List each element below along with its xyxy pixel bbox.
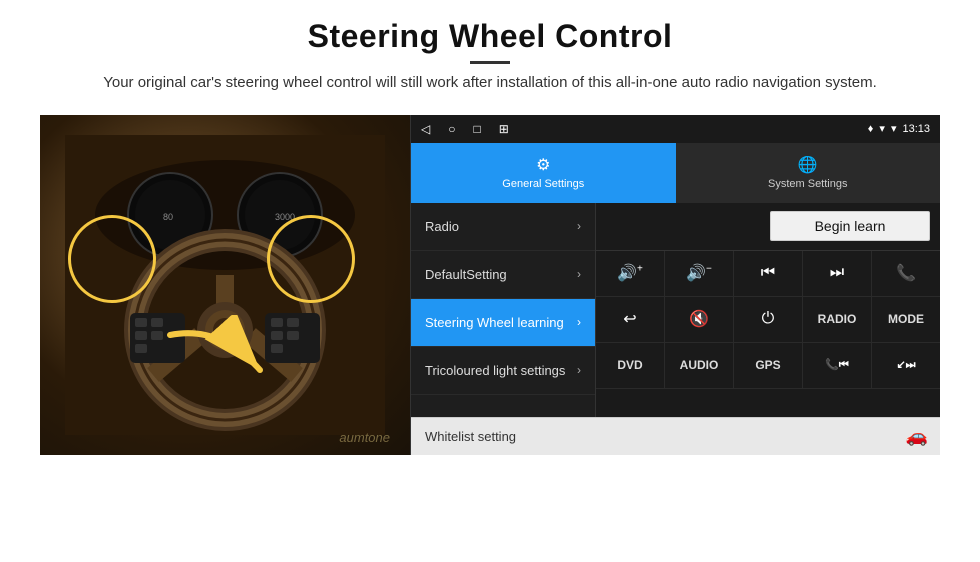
tab-general-label: General Settings	[502, 178, 584, 190]
phone-next-button[interactable]: ↙⏭	[872, 343, 940, 388]
settings-item-steering[interactable]: Steering Wheel learning ›	[411, 299, 595, 347]
chevron-icon: ›	[577, 219, 581, 233]
settings-item-steering-label: Steering Wheel learning	[425, 315, 577, 330]
control-grid: Begin learn 🔊+ 🔊− ⏮	[596, 203, 940, 417]
mute-icon: 🔇	[689, 309, 709, 329]
audio-label: AUDIO	[680, 358, 719, 372]
yellow-circle-right	[267, 215, 355, 303]
chevron-icon: ›	[577, 315, 581, 329]
signal-icon: ▾	[891, 122, 897, 135]
settings-item-radio[interactable]: Radio ›	[411, 203, 595, 251]
radio-label: RADIO	[818, 312, 857, 326]
whitelist-row[interactable]: Whitelist setting › 🚗	[411, 417, 940, 455]
gps-icon: ♦	[868, 123, 874, 135]
clock: 13:13	[902, 123, 930, 135]
chevron-icon: ›	[577, 267, 581, 281]
top-tabs: ⚙ General Settings 🌐 System Settings	[411, 143, 940, 203]
prev-track-button[interactable]: ⏮	[734, 251, 803, 296]
mode-label: MODE	[888, 312, 924, 326]
dvd-button[interactable]: DVD	[596, 343, 665, 388]
general-settings-icon: ⚙	[536, 155, 550, 175]
tab-system-label: System Settings	[768, 178, 847, 190]
audio-button[interactable]: AUDIO	[665, 343, 734, 388]
settings-list: Radio › DefaultSetting › Steering Wheel …	[411, 203, 596, 417]
back-icon[interactable]: ◁	[421, 122, 430, 136]
vol-up-icon: 🔊+	[617, 263, 643, 283]
return-icon: ↩	[623, 309, 636, 329]
mode-button[interactable]: MODE	[872, 297, 940, 342]
arrow-icon	[160, 315, 280, 395]
phone-prev-icon: 📞⏮	[825, 358, 849, 372]
radio-button[interactable]: RADIO	[803, 297, 872, 342]
page-title: Steering Wheel Control	[103, 18, 877, 55]
title-divider	[470, 61, 510, 64]
steering-wheel-panel: 80 3000	[40, 115, 410, 455]
return-button[interactable]: ↩	[596, 297, 665, 342]
vol-down-button[interactable]: 🔊−	[665, 251, 734, 296]
title-section: Steering Wheel Control Your original car…	[103, 18, 877, 95]
chevron-icon: ›	[577, 363, 581, 377]
settings-item-tricoloured[interactable]: Tricoloured light settings ›	[411, 347, 595, 395]
phone-button[interactable]: 📞	[872, 251, 940, 296]
mute-button[interactable]: 🔇	[665, 297, 734, 342]
power-button[interactable]: ⏻	[734, 297, 803, 342]
settings-item-default[interactable]: DefaultSetting ›	[411, 251, 595, 299]
wifi-icon: ▾	[879, 122, 885, 135]
begin-learn-button[interactable]: Begin learn	[770, 211, 930, 241]
next-track-icon: ⏭	[830, 264, 844, 282]
page-wrapper: Steering Wheel Control Your original car…	[0, 0, 980, 562]
prev-track-icon: ⏮	[761, 264, 775, 282]
control-row-2: ↩ 🔇 ⏻ RADIO MODE	[596, 297, 940, 343]
phone-next-icon: ↙⏭	[896, 358, 915, 372]
control-row-3: DVD AUDIO GPS 📞⏮ ↙⏭	[596, 343, 940, 389]
next-track-button[interactable]: ⏭	[803, 251, 872, 296]
gps-label: GPS	[755, 358, 780, 372]
whitelist-label: Whitelist setting	[425, 429, 922, 444]
home-icon[interactable]: ○	[448, 122, 455, 136]
menu-icon[interactable]: ⊞	[499, 122, 509, 136]
begin-learn-row: Begin learn	[596, 203, 940, 251]
tab-system[interactable]: 🌐 System Settings	[676, 143, 941, 203]
power-icon: ⏻	[762, 310, 775, 328]
page-subtitle: Your original car's steering wheel contr…	[103, 72, 877, 95]
nav-icons: ◁ ○ □ ⊞	[421, 122, 509, 136]
vol-up-button[interactable]: 🔊+	[596, 251, 665, 296]
sw-image: 80 3000	[40, 115, 410, 455]
settings-area: Radio › DefaultSetting › Steering Wheel …	[411, 203, 940, 417]
control-row-1: 🔊+ 🔊− ⏮ ⏭ 📞	[596, 251, 940, 297]
phone-prev-button[interactable]: 📞⏮	[803, 343, 872, 388]
recents-icon[interactable]: □	[473, 122, 480, 136]
android-panel: ◁ ○ □ ⊞ ♦ ▾ ▾ 13:13 ⚙ General Settings	[410, 115, 940, 455]
vol-down-icon: 🔊−	[686, 263, 712, 283]
dvd-label: DVD	[617, 358, 642, 372]
status-bar-right: ♦ ▾ ▾ 13:13	[868, 122, 930, 135]
watermark: aumtone	[339, 430, 390, 445]
tab-general[interactable]: ⚙ General Settings	[411, 143, 676, 203]
phone-icon: 📞	[896, 263, 916, 283]
settings-item-radio-label: Radio	[425, 219, 577, 234]
content-area: 80 3000	[40, 115, 940, 455]
yellow-circle-left	[68, 215, 156, 303]
status-bar: ◁ ○ □ ⊞ ♦ ▾ ▾ 13:13	[411, 115, 940, 143]
gps-button[interactable]: GPS	[734, 343, 803, 388]
settings-item-tricoloured-label: Tricoloured light settings	[425, 363, 577, 378]
whitelist-car-icon: 🚗	[906, 426, 928, 447]
settings-item-default-label: DefaultSetting	[425, 267, 577, 282]
system-settings-icon: 🌐	[798, 155, 818, 175]
svg-text:80: 80	[163, 212, 173, 222]
